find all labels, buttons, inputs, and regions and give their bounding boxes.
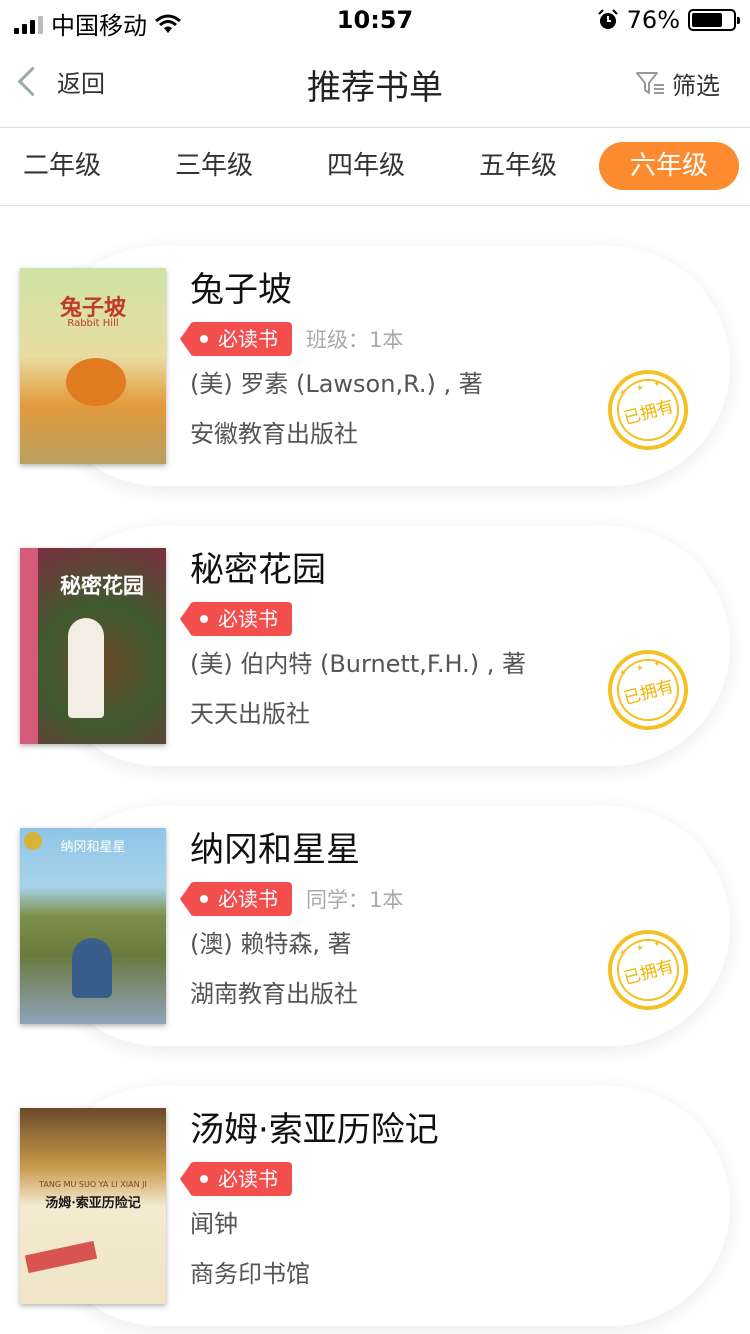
status-bar: 中国移动 10:57 76% (0, 0, 750, 40)
tag-row: 必读书 (180, 1162, 660, 1196)
must-read-badge: 必读书 (180, 602, 292, 636)
grade-tabs: 二年级 三年级 四年级 五年级 六年级 (0, 128, 750, 206)
book-card[interactable]: 秘密花园 秘密花园 必读书 (美) 伯内特 (Burnett,F.H.) , 著… (0, 526, 750, 766)
tab-grade-2[interactable]: 二年级 (0, 142, 132, 190)
book-author: (美) 罗素 (Lawson,R.) , 著 (190, 370, 483, 398)
cover-subtitle: Rabbit Hill (67, 318, 119, 329)
book-title: 兔子坡 (190, 270, 292, 310)
tag-row: 必读书 班级：1本 (180, 322, 660, 356)
must-read-badge: 必读书 (180, 1162, 292, 1196)
book-info: 纳冈和星星 必读书 同学：1本 (澳) 赖特森, 著 湖南教育出版社 (180, 828, 660, 1012)
book-card[interactable]: 兔子坡 Rabbit Hill 兔子坡 必读书 班级：1本 (美) 罗素 (La… (0, 246, 750, 486)
tab-grade-3[interactable]: 三年级 (144, 142, 284, 190)
book-info: 兔子坡 必读书 班级：1本 (美) 罗素 (Lawson,R.) , 著 安徽教… (180, 268, 660, 452)
book-author: (澳) 赖特森, 著 (190, 930, 352, 958)
must-read-badge: 必读书 (180, 882, 292, 916)
filter-icon (636, 71, 664, 94)
book-cover: TANG MU SUO YA LI XIAN JI 汤姆·索亚历险记 (20, 1108, 166, 1304)
filter-label: 筛选 (672, 72, 720, 100)
book-publisher: 商务印书馆 (190, 1260, 310, 1288)
must-read-badge: 必读书 (180, 322, 292, 356)
battery-percent: 76% (626, 6, 680, 34)
tag-row: 必读书 (180, 602, 660, 636)
tab-grade-6[interactable]: 六年级 (599, 142, 739, 190)
pumpkin-illustration (66, 358, 126, 406)
book-publisher: 天天出版社 (190, 700, 310, 728)
cover-title: 汤姆·索亚历险记 (45, 1196, 141, 1211)
girl-illustration (68, 618, 104, 718)
book-author: 闻钟 (190, 1210, 238, 1238)
book-cover: 秘密花园 (20, 548, 166, 744)
book-publisher: 湖南教育出版社 (190, 980, 358, 1008)
book-title: 纳冈和星星 (190, 830, 360, 870)
status-right: 76% (597, 6, 740, 34)
owner-count: 班级：1本 (306, 328, 404, 352)
book-cover: 兔子坡 Rabbit Hill (20, 268, 166, 464)
filter-button[interactable]: 筛选 (636, 66, 720, 101)
medal-illustration (24, 832, 42, 850)
tab-grade-4[interactable]: 四年级 (296, 142, 436, 190)
nav-bar: 返回 推荐书单 筛选 (0, 40, 750, 128)
book-title: 秘密花园 (190, 550, 326, 590)
book-card[interactable]: 纳冈和星星 纳冈和星星 必读书 同学：1本 (澳) 赖特森, 著 湖南教育出版社… (0, 806, 750, 1046)
tab-grade-5[interactable]: 五年级 (448, 142, 588, 190)
book-card[interactable]: TANG MU SUO YA LI XIAN JI 汤姆·索亚历险记 汤姆·索亚… (0, 1086, 750, 1326)
cover-ribbon (24, 1240, 98, 1274)
battery-icon (688, 9, 740, 31)
cover-title: 秘密花园 (60, 573, 144, 598)
book-publisher: 安徽教育出版社 (190, 420, 358, 448)
owner-count: 同学：1本 (306, 888, 404, 912)
book-cover: 纳冈和星星 (20, 828, 166, 1024)
boy-illustration (72, 938, 112, 998)
book-info: 秘密花园 必读书 (美) 伯内特 (Burnett,F.H.) , 著 天天出版… (180, 548, 660, 732)
book-info: 汤姆·索亚历险记 必读书 闻钟 商务印书馆 (180, 1108, 660, 1292)
alarm-icon (597, 9, 618, 29)
tag-row: 必读书 同学：1本 (180, 882, 660, 916)
book-title: 汤姆·索亚历险记 (190, 1110, 439, 1150)
cover-pinyin: TANG MU SUO YA LI XIAN JI (39, 1180, 147, 1189)
book-author: (美) 伯内特 (Burnett,F.H.) , 著 (190, 650, 526, 678)
